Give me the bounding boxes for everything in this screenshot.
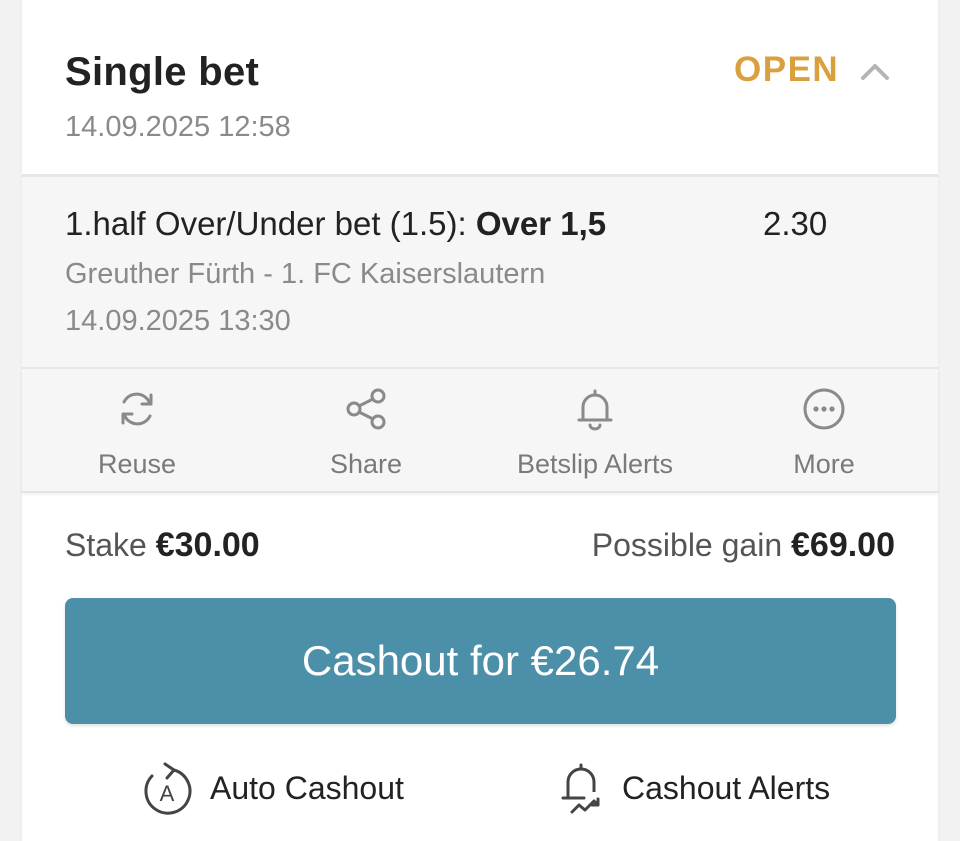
possible-gain-label: Possible gain — [591, 527, 783, 563]
bet-placed-date: 14.09.2025 12:58 — [65, 111, 291, 143]
refresh-icon — [121, 392, 153, 426]
bell-icon — [577, 389, 613, 431]
odds-value: 2.30 — [763, 205, 828, 242]
more-label: More — [793, 449, 855, 479]
auto-cashout-button[interactable]: A Auto Cashout — [138, 760, 438, 820]
possible-gain-value: €69.00 — [791, 526, 895, 564]
match-time: 14.09.2025 13:30 — [65, 305, 291, 337]
possible-gain-summary: Possible gain €69.00 — [592, 526, 895, 565]
share-button[interactable]: Share — [251, 369, 481, 491]
cashout-alerts-button[interactable]: Cashout Alerts — [554, 760, 874, 820]
bet-card: Single bet 14.09.2025 12:58 OPEN 1.half … — [22, 0, 938, 841]
selection-row: 1.half Over/Under bet (1.5): Over 1,5 2.… — [22, 177, 938, 367]
action-bar: Reuse Share Betslip Alerts More — [22, 369, 938, 493]
more-icon — [803, 388, 845, 430]
match-name: Greuther Fürth - 1. FC Kaiserslautern — [65, 258, 546, 290]
reuse-label: Reuse — [97, 449, 177, 479]
market-prefix: 1.half Over/Under bet (1.5): — [65, 205, 476, 242]
status-badge: OPEN — [734, 50, 840, 89]
betslip-alerts-button[interactable]: Betslip Alerts — [480, 369, 710, 491]
chevron-up-icon[interactable] — [857, 54, 893, 90]
stake-value: €30.00 — [155, 526, 260, 564]
bet-header[interactable]: Single bet 14.09.2025 12:58 OPEN — [22, 0, 938, 174]
betslip-alerts-label: Betslip Alerts — [516, 449, 674, 479]
reuse-button[interactable]: Reuse — [22, 369, 252, 491]
cashout-alerts-label: Cashout Alerts — [622, 770, 831, 806]
auto-cashout-icon: A — [144, 762, 192, 815]
cashout-button[interactable]: Cashout for €26.74 — [65, 598, 896, 724]
bet-title: Single bet — [65, 50, 260, 94]
stake-summary: Stake €30.00 — [65, 526, 260, 565]
share-icon — [346, 388, 386, 430]
more-button[interactable]: More — [709, 369, 939, 491]
market-label: 1.half Over/Under bet (1.5): Over 1,5 — [65, 205, 606, 243]
bell-trend-icon — [561, 763, 600, 814]
stake-label: Stake — [65, 527, 147, 563]
market-pick: Over 1,5 — [475, 205, 607, 242]
share-label: Share — [329, 449, 403, 479]
svg-text:A: A — [160, 781, 175, 806]
auto-cashout-label: Auto Cashout — [210, 770, 404, 806]
